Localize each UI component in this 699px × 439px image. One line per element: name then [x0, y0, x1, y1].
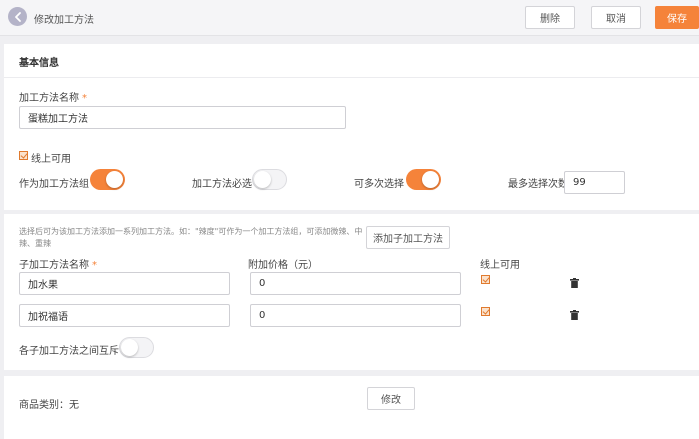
required-select-toggle[interactable]: [252, 169, 287, 190]
sub-methods-card: 选择后可为该加工方法添加一系列加工方法。如："辣度"可作为一个加工方法组，可添加…: [4, 214, 699, 370]
sub-method-name-input[interactable]: 加祝福语: [19, 304, 230, 327]
required-mark: *: [92, 260, 97, 271]
max-select-input[interactable]: 99: [564, 171, 625, 194]
multi-select-toggle[interactable]: [406, 169, 441, 190]
back-button[interactable]: [8, 7, 27, 26]
top-bar: 修改加工方法 删除 取消 保存: [0, 0, 699, 36]
section-title-basic-info: 基本信息: [19, 58, 59, 69]
sub-method-name-input[interactable]: 加水果: [19, 272, 230, 295]
col-header-price: 附加价格（元）: [248, 260, 318, 271]
sub-method-price-input[interactable]: 0: [250, 304, 461, 327]
edit-category-button[interactable]: 修改: [367, 387, 415, 410]
save-button[interactable]: 保存: [655, 6, 699, 29]
as-group-toggle[interactable]: [90, 169, 125, 190]
toggle-knob: [254, 171, 271, 188]
cancel-button[interactable]: 取消: [591, 6, 641, 29]
exclusive-label: 各子加工方法之间互斥: [19, 346, 119, 357]
category-label: 商品类别：无: [19, 400, 79, 411]
sub-method-online-checkbox[interactable]: [481, 307, 490, 316]
multi-select-label: 可多次选择: [354, 179, 404, 190]
trash-icon[interactable]: [570, 310, 579, 320]
col-header-name: 子加工方法名称 *: [19, 260, 97, 271]
sub-method-online-checkbox[interactable]: [481, 275, 490, 284]
required-select-label: 加工方法必选: [192, 179, 252, 190]
delete-button[interactable]: 删除: [525, 6, 575, 29]
online-available-label: 线上可用: [31, 154, 71, 165]
method-name-input[interactable]: 蛋糕加工方法: [19, 106, 346, 129]
divider: [4, 77, 699, 78]
as-group-label: 作为加工方法组: [19, 179, 89, 190]
max-select-label: 最多选择次数: [508, 179, 568, 190]
col-header-online: 线上可用: [480, 260, 520, 271]
toggle-knob: [422, 171, 439, 188]
toggle-knob: [121, 339, 138, 356]
exclusive-toggle[interactable]: [119, 337, 154, 358]
add-sub-method-button[interactable]: 添加子加工方法: [366, 226, 450, 249]
sub-methods-hint: 选择后可为该加工方法添加一系列加工方法。如："辣度"可作为一个加工方法组，可添加…: [19, 227, 363, 248]
required-mark: *: [82, 93, 87, 104]
name-label: 加工方法名称 *: [19, 93, 87, 104]
basic-info-card: 基本信息 加工方法名称 * 蛋糕加工方法 线上可用 作为加工方法组 加工方法必选 …: [4, 44, 699, 210]
trash-icon[interactable]: [570, 278, 579, 288]
online-available-checkbox[interactable]: [19, 151, 28, 160]
page-title: 修改加工方法: [34, 15, 94, 26]
category-card: 商品类别：无 修改: [4, 376, 699, 439]
toggle-knob: [106, 171, 123, 188]
sub-method-price-input[interactable]: 0: [250, 272, 461, 295]
chevron-left-icon: [14, 11, 21, 22]
